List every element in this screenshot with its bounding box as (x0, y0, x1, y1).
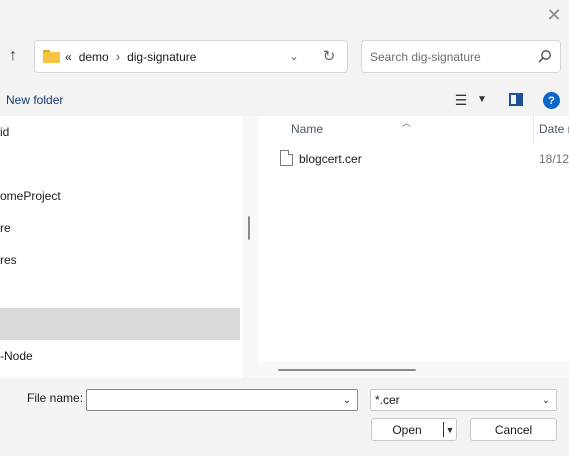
breadcrumb: « demo › dig-signature (65, 41, 196, 72)
search-input[interactable]: Search dig-signature (370, 41, 481, 72)
column-divider[interactable] (533, 116, 534, 144)
nav-item[interactable]: re (0, 212, 240, 244)
breadcrumb-demo[interactable]: demo (79, 50, 109, 64)
up-button[interactable]: ↑ (2, 45, 24, 67)
arrow-up-icon: ↑ (9, 47, 17, 64)
scrollbar-thumb[interactable] (248, 216, 250, 240)
nav-item-label: re (0, 221, 11, 235)
nav-item-selected[interactable] (0, 308, 240, 340)
column-header-date[interactable]: Date m (539, 122, 569, 136)
file-type-select[interactable]: *.cer ⌄ (370, 389, 557, 411)
dialog-footer: File name: ⌄ *.cer ⌄ Open ▼ Cancel (0, 378, 569, 456)
file-type-value: *.cer (375, 393, 400, 407)
command-bar: New folder ☰ ▼ ? (0, 84, 569, 116)
breadcrumb-overflow[interactable]: « (65, 50, 72, 64)
column-header-name[interactable]: Name (291, 122, 323, 136)
preview-pane-icon[interactable] (509, 93, 523, 106)
refresh-button[interactable]: ↻ (320, 47, 338, 65)
chevron-right-icon[interactable]: › (116, 49, 120, 64)
nav-item[interactable]: omeProject (0, 180, 240, 212)
file-date: 18/12, (539, 152, 569, 166)
address-history-button[interactable]: ⌄ (285, 47, 303, 65)
help-icon[interactable]: ? (543, 92, 560, 109)
nav-item-label: -Node (0, 349, 33, 363)
close-icon: ✕ (546, 4, 562, 25)
nav-item[interactable]: -Node (0, 340, 240, 372)
file-icon (280, 150, 293, 166)
refresh-icon: ↻ (322, 48, 336, 65)
chevron-down-icon: ⌄ (541, 394, 551, 406)
chevron-down-icon[interactable]: ⌄ (340, 392, 354, 408)
breadcrumb-dig-signature[interactable]: dig-signature (127, 50, 196, 64)
nav-item-label: omeProject (0, 189, 61, 203)
view-dropdown-icon[interactable]: ▼ (476, 92, 488, 108)
nav-item[interactable]: id (0, 116, 240, 148)
cancel-button[interactable]: Cancel (470, 418, 557, 441)
nav-item-label: id (0, 125, 10, 139)
nav-item-label: res (0, 253, 17, 267)
search-box[interactable]: Search dig-signature (361, 40, 561, 73)
open-button[interactable]: Open ▼ (371, 418, 457, 441)
file-name-input[interactable] (86, 389, 358, 411)
navigation-scrollbar[interactable] (242, 116, 258, 378)
open-dropdown-icon[interactable]: ▼ (445, 422, 455, 437)
navigation-pane: id omeProject re res -Node (0, 116, 241, 378)
new-folder-button[interactable]: New folder (6, 84, 63, 116)
chevron-down-icon: ⌄ (289, 50, 299, 63)
file-row[interactable]: blogcert.cer 18/12, (258, 148, 569, 170)
address-bar[interactable]: « demo › dig-signature ⌄ ↻ (34, 40, 348, 73)
folder-icon (43, 50, 60, 63)
title-bar: ✕ (0, 0, 569, 30)
nav-item[interactable]: res (0, 244, 240, 276)
open-button-label[interactable]: Open (372, 419, 442, 440)
split-divider (443, 422, 444, 437)
sort-ascending-icon: ︿ (402, 118, 412, 128)
close-button[interactable]: ✕ (539, 0, 569, 30)
horizontal-scrollbar[interactable] (258, 362, 569, 378)
view-options-icon[interactable]: ☰ (453, 92, 469, 108)
file-list: ︿ Name Date m blogcert.cer 18/12, (258, 116, 569, 378)
scrollbar-thumb[interactable] (278, 369, 416, 371)
search-icon (538, 50, 551, 63)
file-name: blogcert.cer (299, 152, 362, 166)
navigation-bar: ↑ « demo › dig-signature ⌄ ↻ Search dig-… (0, 30, 569, 84)
file-name-label: File name: (27, 391, 84, 405)
